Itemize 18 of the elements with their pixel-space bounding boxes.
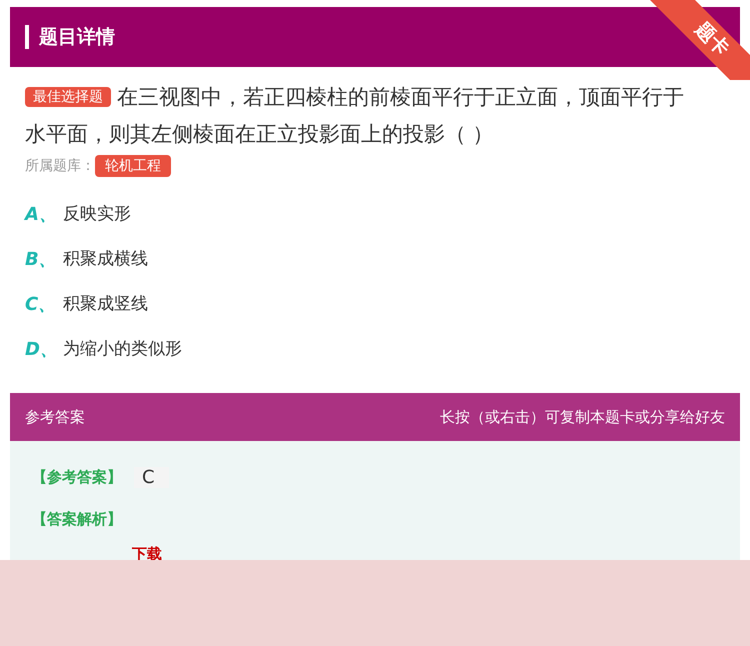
question-text: $^{最佳选择题}$ 在三视图中，若正四棱柱的前棱面平行于正立面，顶面平行于水平面，则其左侧棱面在正立投影面上的投影（ ） bbox=[25, 84, 685, 148]
page-title: 题目详情 bbox=[39, 25, 115, 50]
option-text: 反映实形 bbox=[63, 203, 131, 225]
download-text: 下载 bbox=[132, 545, 163, 564]
bank-tag[interactable]: 轮机工程 bbox=[95, 155, 171, 177]
answer-bar-title: 参考答案 bbox=[25, 408, 85, 426]
answer-label: 【参考答案】 bbox=[32, 468, 122, 486]
analysis-label: 【答案解析】 bbox=[32, 510, 122, 528]
option-letter: C、 bbox=[25, 292, 58, 316]
option-letter: A、 bbox=[25, 202, 58, 226]
option-letter: B、 bbox=[25, 248, 58, 270]
option-text: 为缩小的类似形 bbox=[63, 338, 182, 360]
copy-hint: 长按（或右击）可复制本题卡或分享给好友 bbox=[440, 408, 725, 426]
answer-value: C bbox=[134, 466, 169, 488]
option-letter: D、 bbox=[25, 338, 59, 360]
option-text: 积聚成横线 bbox=[63, 248, 148, 270]
bank-label: 所属题库： bbox=[25, 157, 95, 175]
option-text: 积聚成竖线 bbox=[63, 293, 148, 315]
